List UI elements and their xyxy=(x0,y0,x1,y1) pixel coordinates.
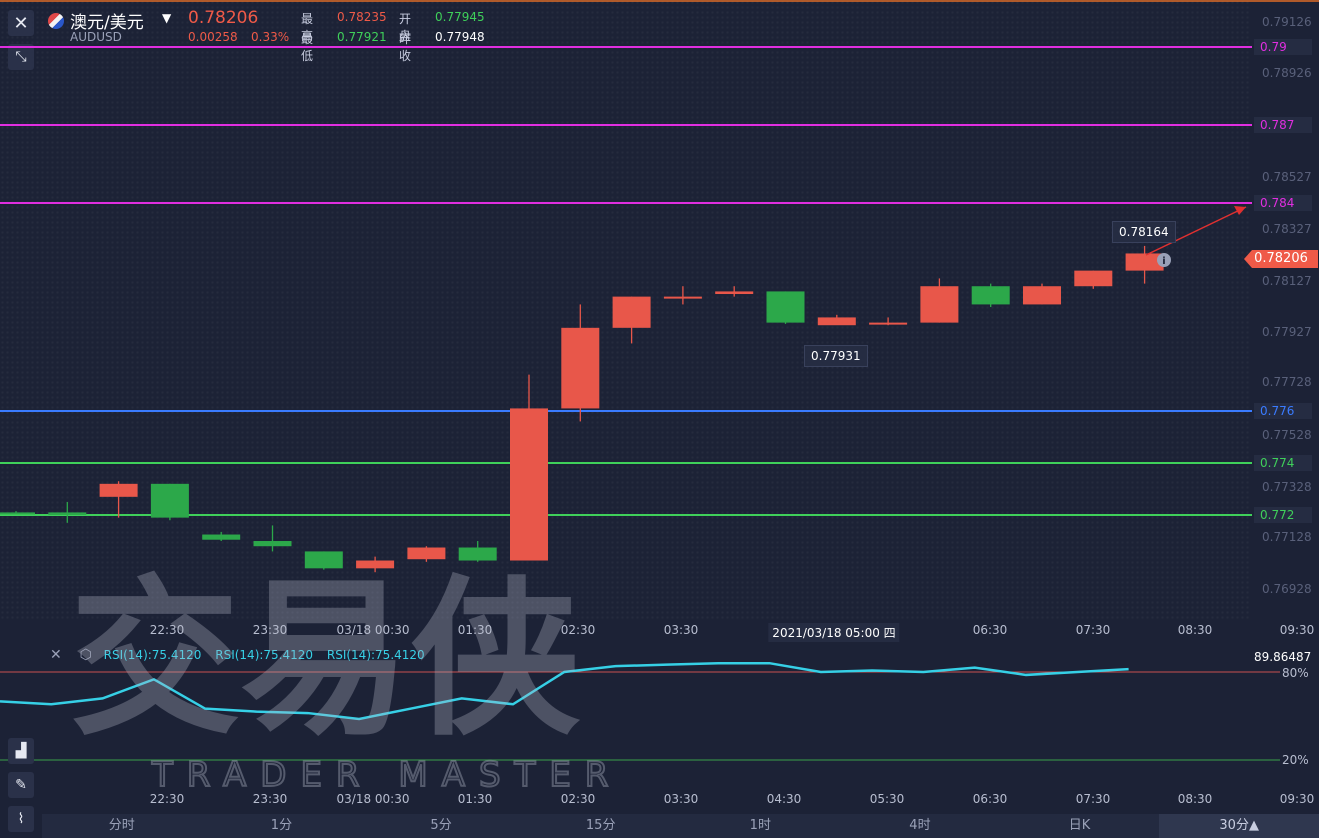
time-axis-tick: 22:30 xyxy=(149,792,185,806)
time-axis-tick: 09:30 xyxy=(1279,623,1315,637)
aud-usd-flag-icon xyxy=(48,13,64,29)
time-axis-tick: 09:30 xyxy=(1279,792,1315,806)
price-change: 0.00258 xyxy=(188,30,238,44)
price-axis-tick: 0.77328 xyxy=(1262,480,1312,494)
timeframe-bar: 分时 1分 5分 15分 1时 4时 日K 30分▲ xyxy=(42,814,1319,838)
prev-close-value: 0.77948 xyxy=(435,30,485,44)
time-axis-tick: 02:30 xyxy=(560,623,596,637)
price-change-percent: 0.33% xyxy=(251,30,290,44)
rsi-level-80: 80% xyxy=(1282,666,1309,680)
time-axis-tick: 07:30 xyxy=(1075,623,1111,637)
price-axis-tick: 0.77728 xyxy=(1262,375,1312,389)
last-price: 0.78206 xyxy=(188,8,259,28)
price-axis-tick: 0.78527 xyxy=(1262,170,1312,184)
close-indicator-icon[interactable]: ✕ xyxy=(50,647,62,663)
time-axis-tick: 22:30 xyxy=(149,623,185,637)
price-axis-tick: 0.78127 xyxy=(1262,274,1312,288)
close-icon[interactable]: ✕ xyxy=(8,10,34,36)
price-axis-tick: 0.78926 xyxy=(1262,66,1312,80)
rsi-line xyxy=(0,661,1129,721)
time-axis-tick: 23:30 xyxy=(252,623,288,637)
time-axis-tick: 03:30 xyxy=(663,623,699,637)
timeframe-tab[interactable]: 30分▲ xyxy=(1159,814,1319,838)
rsi-level-20: 20% xyxy=(1282,753,1309,767)
world-map-background xyxy=(0,0,1250,620)
collapse-icon[interactable]: ⤡ xyxy=(8,44,34,70)
price-axis-tick: 0.79126 xyxy=(1262,15,1312,29)
rsi-label: RSI(14):75.4120 xyxy=(103,648,202,662)
line-tool-icon[interactable]: ⌇ xyxy=(8,806,34,832)
time-axis-tick: 04:30 xyxy=(766,792,802,806)
time-axis-tick: 23:30 xyxy=(252,792,288,806)
time-axis-tick: 07:30 xyxy=(1075,792,1111,806)
timeframe-tab[interactable]: 1分 xyxy=(202,814,362,838)
timeframe-tab[interactable]: 1时 xyxy=(681,814,841,838)
price-axis-tick: 0.77528 xyxy=(1262,428,1312,442)
price-axis-tick: 0.78327 xyxy=(1262,222,1312,236)
timeframe-tab[interactable]: 分时 xyxy=(42,814,202,838)
low-label: 最低 xyxy=(301,32,314,63)
rsi-label: RSI(14):75.4120 xyxy=(215,648,314,662)
time-axis-tick: 06:30 xyxy=(972,792,1008,806)
time-axis-tick: 03/18 00:30 xyxy=(336,792,410,806)
timeframe-tab[interactable]: 15分 xyxy=(521,814,681,838)
time-axis-tick: 01:30 xyxy=(457,792,493,806)
rsi-label: RSI(14):75.4120 xyxy=(326,648,425,662)
open-value: 0.77945 xyxy=(435,10,485,24)
high-value: 0.78235 xyxy=(337,10,387,24)
price-axis-tick: 0.77128 xyxy=(1262,530,1312,544)
time-axis-tick: 03:30 xyxy=(663,792,699,806)
indicator-settings-icon[interactable]: ⬡ xyxy=(80,647,92,663)
timeframe-tab[interactable]: 4时 xyxy=(840,814,1000,838)
rsi-header: ✕ ⬡ RSI(14):75.4120 RSI(14):75.4120 RSI(… xyxy=(50,647,435,665)
time-axis-tick: 03/18 00:30 xyxy=(336,623,410,637)
price-axis-tick: 0.77927 xyxy=(1262,325,1312,339)
time-axis-tick: 02:30 xyxy=(560,792,596,806)
level-price-label: 0.787 xyxy=(1254,117,1312,134)
time-axis-tick: 2021/03/18 05:00 四 xyxy=(768,623,900,642)
time-axis-tick: 08:30 xyxy=(1177,792,1213,806)
time-axis-tick: 05:30 xyxy=(869,792,905,806)
price-axis-tick: 0.76928 xyxy=(1262,582,1312,596)
indicator-icon[interactable]: ▟ xyxy=(8,738,34,764)
level-price-label: 0.776 xyxy=(1254,403,1312,420)
prev-close-label: 昨收 xyxy=(399,32,412,63)
symbol-code: AUDUSD xyxy=(70,30,122,44)
time-axis-tick: 08:30 xyxy=(1177,623,1213,637)
timeframe-tab[interactable]: 5分 xyxy=(361,814,521,838)
rsi-axis-max: 89.86487 xyxy=(1254,650,1312,664)
draw-pen-icon[interactable]: ✎ xyxy=(8,772,34,798)
level-price-label: 0.772 xyxy=(1254,507,1312,524)
level-price-label: 0.774 xyxy=(1254,455,1312,472)
high-marker-label: 0.78164 xyxy=(1112,221,1176,243)
watermark-en: TRADER MASTER xyxy=(151,755,622,790)
symbol-dropdown-caret-icon[interactable]: ▼ xyxy=(162,11,171,25)
current-price-tag: 0.78206 xyxy=(1244,250,1318,268)
low-value: 0.77921 xyxy=(337,30,387,44)
timeframe-tab[interactable]: 日K xyxy=(1000,814,1160,838)
time-axis-tick: 01:30 xyxy=(457,623,493,637)
level-price-label: 0.784 xyxy=(1254,195,1312,212)
level-price-label: 0.79 xyxy=(1254,39,1312,56)
low-marker-label: 0.77931 xyxy=(804,345,868,367)
time-axis-tick: 06:30 xyxy=(972,623,1008,637)
